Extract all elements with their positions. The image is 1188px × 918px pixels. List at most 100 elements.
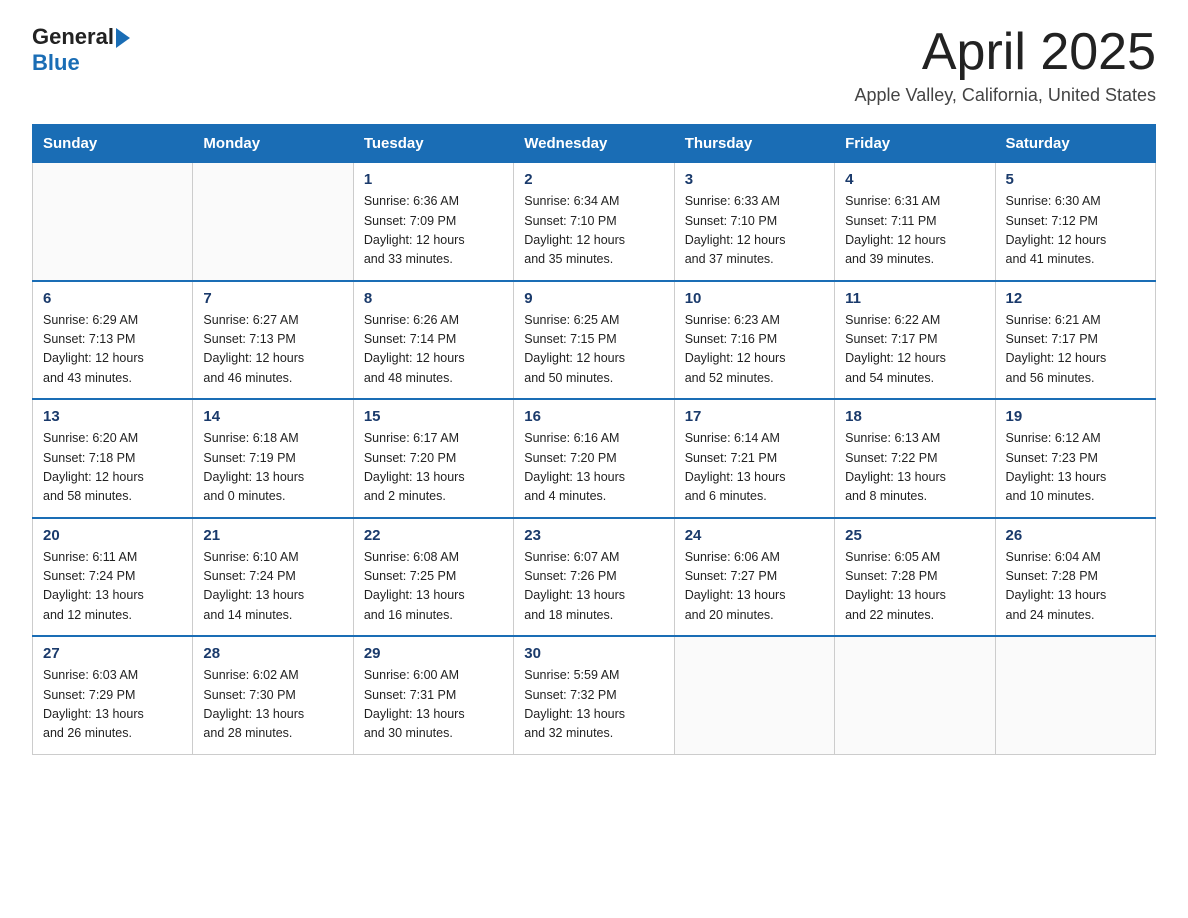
calendar-cell: 20 Sunrise: 6:11 AMSunset: 7:24 PMDayligh…	[33, 518, 193, 637]
day-info: Sunrise: 6:11 AMSunset: 7:24 PMDaylight:…	[43, 548, 182, 626]
day-info: Sunrise: 6:04 AMSunset: 7:28 PMDaylight:…	[1006, 548, 1145, 626]
day-number: 11	[845, 290, 984, 307]
day-info: Sunrise: 6:12 AMSunset: 7:23 PMDaylight:…	[1006, 429, 1145, 507]
logo: General Blue	[32, 24, 130, 76]
calendar-cell: 22 Sunrise: 6:08 AMSunset: 7:25 PMDayligh…	[353, 518, 513, 637]
calendar-cell: 14Sunrise: 6:18 AMSunset: 7:19 PMDayligh…	[193, 399, 353, 518]
day-number: 6	[43, 290, 182, 307]
page-header: General Blue April 2025 Apple Valley, Ca…	[32, 24, 1156, 106]
calendar-cell: 10 Sunrise: 6:23 AMSunset: 7:16 PMDayligh…	[674, 281, 834, 400]
calendar-cell: 21 Sunrise: 6:10 AMSunset: 7:24 PMDayligh…	[193, 518, 353, 637]
day-number: 30	[524, 645, 663, 662]
day-info: Sunrise: 6:22 AMSunset: 7:17 PMDaylight:…	[845, 311, 984, 389]
calendar-cell	[33, 163, 193, 281]
calendar-cell: 16Sunrise: 6:16 AMSunset: 7:20 PMDayligh…	[514, 399, 674, 518]
day-number: 2	[524, 171, 663, 188]
calendar-cell: 12 Sunrise: 6:21 AMSunset: 7:17 PMDayligh…	[995, 281, 1155, 400]
calendar-cell: 8 Sunrise: 6:26 AMSunset: 7:14 PMDaylight…	[353, 281, 513, 400]
calendar-cell: 29 Sunrise: 6:00 AMSunset: 7:31 PMDayligh…	[353, 636, 513, 754]
calendar-week-row: 27 Sunrise: 6:03 AMSunset: 7:29 PMDayligh…	[33, 636, 1156, 754]
day-info: Sunrise: 6:08 AMSunset: 7:25 PMDaylight:…	[364, 548, 503, 626]
day-number: 7	[203, 290, 342, 307]
day-info: Sunrise: 6:14 AMSunset: 7:21 PMDaylight:…	[685, 429, 824, 507]
calendar-header-row: SundayMondayTuesdayWednesdayThursdayFrid…	[33, 125, 1156, 163]
weekday-header-thursday: Thursday	[674, 125, 834, 163]
calendar-cell: 26Sunrise: 6:04 AMSunset: 7:28 PMDayligh…	[995, 518, 1155, 637]
day-number: 4	[845, 171, 984, 188]
day-info: Sunrise: 6:05 AMSunset: 7:28 PMDaylight:…	[845, 548, 984, 626]
day-number: 19	[1006, 408, 1145, 425]
calendar-cell: 11 Sunrise: 6:22 AMSunset: 7:17 PMDayligh…	[835, 281, 995, 400]
calendar-week-row: 20 Sunrise: 6:11 AMSunset: 7:24 PMDayligh…	[33, 518, 1156, 637]
day-info: Sunrise: 6:23 AMSunset: 7:16 PMDaylight:…	[685, 311, 824, 389]
calendar-cell: 4 Sunrise: 6:31 AMSunset: 7:11 PMDaylight…	[835, 163, 995, 281]
day-number: 15	[364, 408, 503, 425]
day-info: Sunrise: 6:16 AMSunset: 7:20 PMDaylight:…	[524, 429, 663, 507]
calendar-table: SundayMondayTuesdayWednesdayThursdayFrid…	[32, 124, 1156, 755]
header-right: April 2025 Apple Valley, California, Uni…	[855, 24, 1157, 106]
day-info: Sunrise: 5:59 AMSunset: 7:32 PMDaylight:…	[524, 666, 663, 744]
weekday-header-saturday: Saturday	[995, 125, 1155, 163]
day-number: 9	[524, 290, 663, 307]
day-info: Sunrise: 6:10 AMSunset: 7:24 PMDaylight:…	[203, 548, 342, 626]
calendar-cell: 15 Sunrise: 6:17 AMSunset: 7:20 PMDayligh…	[353, 399, 513, 518]
calendar-cell: 18Sunrise: 6:13 AMSunset: 7:22 PMDayligh…	[835, 399, 995, 518]
calendar-cell: 3 Sunrise: 6:33 AMSunset: 7:10 PMDaylight…	[674, 163, 834, 281]
day-number: 8	[364, 290, 503, 307]
day-info: Sunrise: 6:34 AMSunset: 7:10 PMDaylight:…	[524, 192, 663, 270]
day-info: Sunrise: 6:21 AMSunset: 7:17 PMDaylight:…	[1006, 311, 1145, 389]
calendar-cell	[193, 163, 353, 281]
logo-blue-text: Blue	[32, 50, 80, 76]
day-info: Sunrise: 6:27 AMSunset: 7:13 PMDaylight:…	[203, 311, 342, 389]
day-number: 21	[203, 527, 342, 544]
calendar-cell: 1Sunrise: 6:36 AMSunset: 7:09 PMDaylight…	[353, 163, 513, 281]
calendar-cell: 6 Sunrise: 6:29 AMSunset: 7:13 PMDaylight…	[33, 281, 193, 400]
calendar-week-row: 1Sunrise: 6:36 AMSunset: 7:09 PMDaylight…	[33, 163, 1156, 281]
weekday-header-tuesday: Tuesday	[353, 125, 513, 163]
day-info: Sunrise: 6:02 AMSunset: 7:30 PMDaylight:…	[203, 666, 342, 744]
day-info: Sunrise: 6:29 AMSunset: 7:13 PMDaylight:…	[43, 311, 182, 389]
calendar-cell: 25Sunrise: 6:05 AMSunset: 7:28 PMDayligh…	[835, 518, 995, 637]
day-info: Sunrise: 6:31 AMSunset: 7:11 PMDaylight:…	[845, 192, 984, 270]
weekday-header-monday: Monday	[193, 125, 353, 163]
day-number: 17	[685, 408, 824, 425]
calendar-week-row: 13 Sunrise: 6:20 AMSunset: 7:18 PMDayligh…	[33, 399, 1156, 518]
day-info: Sunrise: 6:33 AMSunset: 7:10 PMDaylight:…	[685, 192, 824, 270]
day-number: 27	[43, 645, 182, 662]
day-info: Sunrise: 6:06 AMSunset: 7:27 PMDaylight:…	[685, 548, 824, 626]
day-info: Sunrise: 6:26 AMSunset: 7:14 PMDaylight:…	[364, 311, 503, 389]
day-number: 3	[685, 171, 824, 188]
logo-arrow-icon	[116, 28, 130, 48]
calendar-cell	[674, 636, 834, 754]
calendar-cell: 23Sunrise: 6:07 AMSunset: 7:26 PMDayligh…	[514, 518, 674, 637]
day-info: Sunrise: 6:00 AMSunset: 7:31 PMDaylight:…	[364, 666, 503, 744]
day-number: 13	[43, 408, 182, 425]
calendar-cell: 7 Sunrise: 6:27 AMSunset: 7:13 PMDaylight…	[193, 281, 353, 400]
calendar-cell: 24Sunrise: 6:06 AMSunset: 7:27 PMDayligh…	[674, 518, 834, 637]
day-info: Sunrise: 6:13 AMSunset: 7:22 PMDaylight:…	[845, 429, 984, 507]
day-info: Sunrise: 6:03 AMSunset: 7:29 PMDaylight:…	[43, 666, 182, 744]
day-number: 20	[43, 527, 182, 544]
day-number: 22	[364, 527, 503, 544]
day-info: Sunrise: 6:17 AMSunset: 7:20 PMDaylight:…	[364, 429, 503, 507]
day-number: 5	[1006, 171, 1145, 188]
calendar-cell: 17 Sunrise: 6:14 AMSunset: 7:21 PMDayligh…	[674, 399, 834, 518]
day-info: Sunrise: 6:25 AMSunset: 7:15 PMDaylight:…	[524, 311, 663, 389]
calendar-cell	[835, 636, 995, 754]
day-info: Sunrise: 6:36 AMSunset: 7:09 PMDaylight:…	[364, 192, 503, 270]
day-number: 29	[364, 645, 503, 662]
day-number: 12	[1006, 290, 1145, 307]
day-info: Sunrise: 6:18 AMSunset: 7:19 PMDaylight:…	[203, 429, 342, 507]
weekday-header-friday: Friday	[835, 125, 995, 163]
calendar-title: April 2025	[855, 24, 1157, 81]
day-info: Sunrise: 6:07 AMSunset: 7:26 PMDaylight:…	[524, 548, 663, 626]
calendar-cell: 5Sunrise: 6:30 AMSunset: 7:12 PMDaylight…	[995, 163, 1155, 281]
calendar-cell: 2 Sunrise: 6:34 AMSunset: 7:10 PMDaylight…	[514, 163, 674, 281]
weekday-header-wednesday: Wednesday	[514, 125, 674, 163]
day-number: 28	[203, 645, 342, 662]
calendar-week-row: 6 Sunrise: 6:29 AMSunset: 7:13 PMDaylight…	[33, 281, 1156, 400]
day-info: Sunrise: 6:20 AMSunset: 7:18 PMDaylight:…	[43, 429, 182, 507]
calendar-cell: 13 Sunrise: 6:20 AMSunset: 7:18 PMDayligh…	[33, 399, 193, 518]
calendar-cell: 28 Sunrise: 6:02 AMSunset: 7:30 PMDayligh…	[193, 636, 353, 754]
day-number: 10	[685, 290, 824, 307]
